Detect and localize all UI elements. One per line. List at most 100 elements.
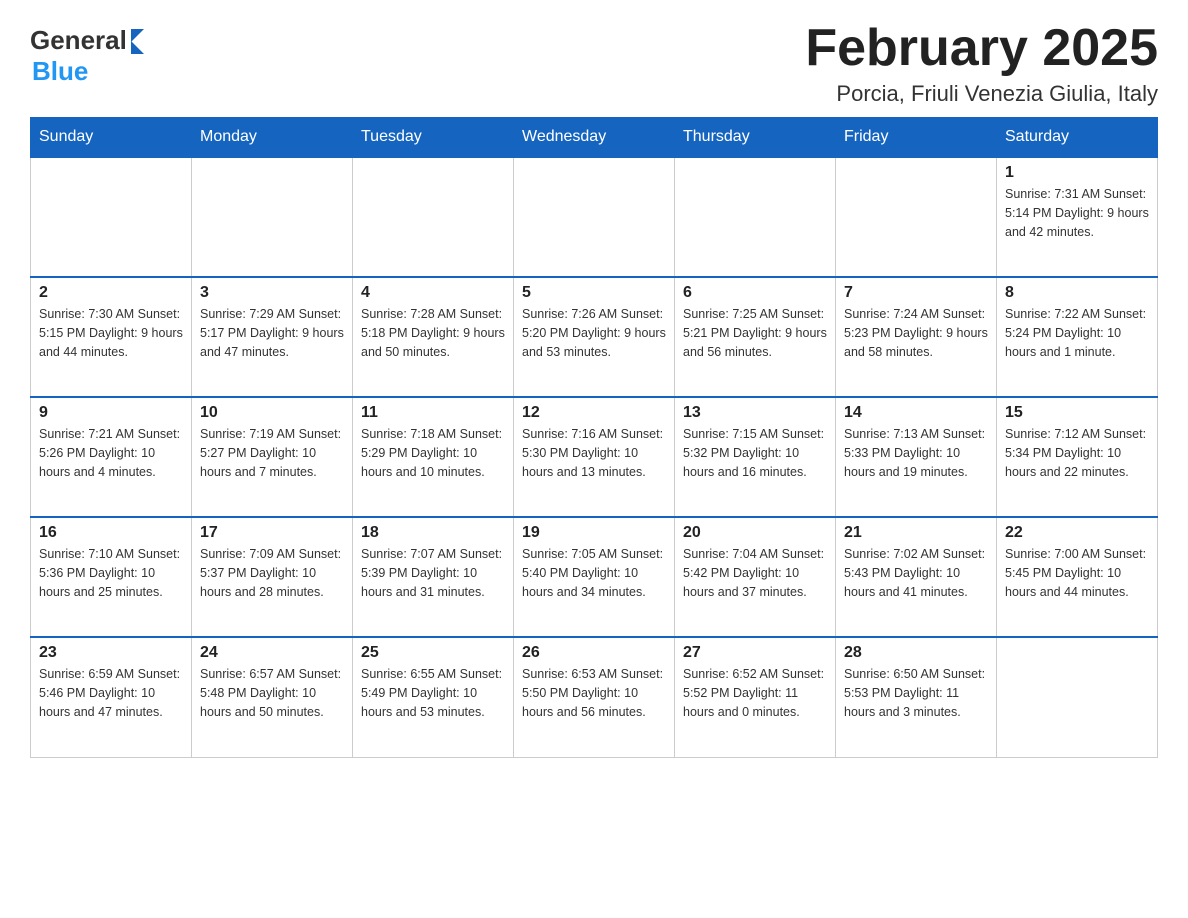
day-of-week-header: Monday	[192, 118, 353, 158]
page-header: General Blue February 2025 Porcia, Friul…	[30, 20, 1158, 107]
day-number: 1	[1005, 164, 1149, 182]
calendar-week-row: 1 Sunrise: 7:31 AM Sunset: 5:14 PM Daylig…	[31, 157, 1158, 277]
day-number: 21	[844, 524, 988, 542]
calendar-cell	[997, 637, 1158, 757]
day-number: 28	[844, 644, 988, 662]
day-number: 6	[683, 284, 827, 302]
calendar-cell: 5 Sunrise: 7:26 AM Sunset: 5:20 PM Daylig…	[514, 277, 675, 397]
day-number: 17	[200, 524, 344, 542]
day-info: Sunrise: 7:21 AM Sunset: 5:26 PM Dayligh…	[39, 425, 183, 481]
calendar-cell: 18Sunrise: 7:07 AM Sunset: 5:39 PM Dayli…	[353, 517, 514, 637]
day-number: 12	[522, 404, 666, 422]
calendar-cell: 2Sunrise: 7:30 AM Sunset: 5:15 PM Daylig…	[31, 277, 192, 397]
calendar-week-row: 2Sunrise: 7:30 AM Sunset: 5:15 PM Daylig…	[31, 277, 1158, 397]
calendar-table: SundayMondayTuesdayWednesdayThursdayFrid…	[30, 117, 1158, 758]
calendar-cell	[514, 157, 675, 277]
calendar-cell: 9 Sunrise: 7:21 AM Sunset: 5:26 PM Daylig…	[31, 397, 192, 517]
calendar-cell: 23 Sunrise: 6:59 AM Sunset: 5:46 PM Dayli…	[31, 637, 192, 757]
day-info: Sunrise: 7:19 AM Sunset: 5:27 PM Dayligh…	[200, 425, 344, 481]
calendar-cell: 4 Sunrise: 7:28 AM Sunset: 5:18 PM Daylig…	[353, 277, 514, 397]
day-info: Sunrise: 6:55 AM Sunset: 5:49 PM Dayligh…	[361, 665, 505, 721]
location-title: Porcia, Friuli Venezia Giulia, Italy	[805, 81, 1158, 107]
logo-icon: General Blue	[30, 25, 144, 87]
calendar-cell	[192, 157, 353, 277]
day-number: 22	[1005, 524, 1149, 542]
day-of-week-header: Thursday	[675, 118, 836, 158]
calendar-cell: 20Sunrise: 7:04 AM Sunset: 5:42 PM Dayli…	[675, 517, 836, 637]
calendar-cell: 1 Sunrise: 7:31 AM Sunset: 5:14 PM Daylig…	[997, 157, 1158, 277]
calendar-cell: 10 Sunrise: 7:19 AM Sunset: 5:27 PM Dayli…	[192, 397, 353, 517]
day-info: Sunrise: 7:12 AM Sunset: 5:34 PM Dayligh…	[1005, 425, 1149, 481]
day-info: Sunrise: 7:10 AM Sunset: 5:36 PM Dayligh…	[39, 545, 183, 601]
day-number: 3	[200, 284, 344, 302]
day-info: Sunrise: 7:29 AM Sunset: 5:17 PM Dayligh…	[200, 305, 344, 361]
day-of-week-header: Sunday	[31, 118, 192, 158]
calendar-cell	[675, 157, 836, 277]
day-number: 14	[844, 404, 988, 422]
calendar-cell: 19 Sunrise: 7:05 AM Sunset: 5:40 PM Dayli…	[514, 517, 675, 637]
calendar-cell: 28 Sunrise: 6:50 AM Sunset: 5:53 PM Dayli…	[836, 637, 997, 757]
day-number: 18	[361, 524, 505, 542]
day-info: Sunrise: 6:52 AM Sunset: 5:52 PM Dayligh…	[683, 665, 827, 721]
day-number: 4	[361, 284, 505, 302]
logo: General Blue	[30, 25, 144, 87]
day-number: 25	[361, 644, 505, 662]
calendar-cell: 7Sunrise: 7:24 AM Sunset: 5:23 PM Daylig…	[836, 277, 997, 397]
day-number: 16	[39, 524, 183, 542]
day-number: 13	[683, 404, 827, 422]
day-info: Sunrise: 7:31 AM Sunset: 5:14 PM Dayligh…	[1005, 185, 1149, 241]
day-info: Sunrise: 7:00 AM Sunset: 5:45 PM Dayligh…	[1005, 545, 1149, 601]
day-info: Sunrise: 7:24 AM Sunset: 5:23 PM Dayligh…	[844, 305, 988, 361]
day-info: Sunrise: 7:05 AM Sunset: 5:40 PM Dayligh…	[522, 545, 666, 601]
day-number: 20	[683, 524, 827, 542]
day-info: Sunrise: 7:16 AM Sunset: 5:30 PM Dayligh…	[522, 425, 666, 481]
calendar-cell: 14 Sunrise: 7:13 AM Sunset: 5:33 PM Dayli…	[836, 397, 997, 517]
title-area: February 2025 Porcia, Friuli Venezia Giu…	[805, 20, 1158, 107]
day-number: 5	[522, 284, 666, 302]
month-title: February 2025	[805, 20, 1158, 77]
calendar-cell	[31, 157, 192, 277]
day-of-week-header: Friday	[836, 118, 997, 158]
day-number: 8	[1005, 284, 1149, 302]
day-info: Sunrise: 6:53 AM Sunset: 5:50 PM Dayligh…	[522, 665, 666, 721]
calendar-cell: 15 Sunrise: 7:12 AM Sunset: 5:34 PM Dayli…	[997, 397, 1158, 517]
calendar-cell: 21 Sunrise: 7:02 AM Sunset: 5:43 PM Dayli…	[836, 517, 997, 637]
day-info: Sunrise: 6:50 AM Sunset: 5:53 PM Dayligh…	[844, 665, 988, 721]
day-number: 26	[522, 644, 666, 662]
day-info: Sunrise: 7:13 AM Sunset: 5:33 PM Dayligh…	[844, 425, 988, 481]
day-number: 9	[39, 404, 183, 422]
calendar-cell: 8 Sunrise: 7:22 AM Sunset: 5:24 PM Daylig…	[997, 277, 1158, 397]
calendar-cell: 12 Sunrise: 7:16 AM Sunset: 5:30 PM Dayli…	[514, 397, 675, 517]
calendar-cell: 16 Sunrise: 7:10 AM Sunset: 5:36 PM Dayli…	[31, 517, 192, 637]
calendar-week-row: 16 Sunrise: 7:10 AM Sunset: 5:36 PM Dayli…	[31, 517, 1158, 637]
day-info: Sunrise: 7:18 AM Sunset: 5:29 PM Dayligh…	[361, 425, 505, 481]
day-info: Sunrise: 7:02 AM Sunset: 5:43 PM Dayligh…	[844, 545, 988, 601]
day-of-week-header: Tuesday	[353, 118, 514, 158]
calendar-week-row: 9 Sunrise: 7:21 AM Sunset: 5:26 PM Daylig…	[31, 397, 1158, 517]
day-number: 19	[522, 524, 666, 542]
calendar-cell: 17 Sunrise: 7:09 AM Sunset: 5:37 PM Dayli…	[192, 517, 353, 637]
calendar-cell: 26 Sunrise: 6:53 AM Sunset: 5:50 PM Dayli…	[514, 637, 675, 757]
day-number: 2	[39, 284, 183, 302]
calendar-cell: 11 Sunrise: 7:18 AM Sunset: 5:29 PM Dayli…	[353, 397, 514, 517]
logo-general-text: General	[30, 25, 127, 56]
calendar-cell: 24Sunrise: 6:57 AM Sunset: 5:48 PM Dayli…	[192, 637, 353, 757]
day-number: 11	[361, 404, 505, 422]
day-info: Sunrise: 6:59 AM Sunset: 5:46 PM Dayligh…	[39, 665, 183, 721]
calendar-cell	[836, 157, 997, 277]
calendar-cell: 6 Sunrise: 7:25 AM Sunset: 5:21 PM Daylig…	[675, 277, 836, 397]
day-info: Sunrise: 6:57 AM Sunset: 5:48 PM Dayligh…	[200, 665, 344, 721]
day-info: Sunrise: 7:28 AM Sunset: 5:18 PM Dayligh…	[361, 305, 505, 361]
calendar-header-row: SundayMondayTuesdayWednesdayThursdayFrid…	[31, 118, 1158, 158]
day-info: Sunrise: 7:25 AM Sunset: 5:21 PM Dayligh…	[683, 305, 827, 361]
calendar-cell: 13 Sunrise: 7:15 AM Sunset: 5:32 PM Dayli…	[675, 397, 836, 517]
day-number: 10	[200, 404, 344, 422]
day-info: Sunrise: 7:26 AM Sunset: 5:20 PM Dayligh…	[522, 305, 666, 361]
day-info: Sunrise: 7:09 AM Sunset: 5:37 PM Dayligh…	[200, 545, 344, 601]
calendar-week-row: 23 Sunrise: 6:59 AM Sunset: 5:46 PM Dayli…	[31, 637, 1158, 757]
calendar-cell: 3 Sunrise: 7:29 AM Sunset: 5:17 PM Daylig…	[192, 277, 353, 397]
day-number: 23	[39, 644, 183, 662]
day-number: 15	[1005, 404, 1149, 422]
day-info: Sunrise: 7:22 AM Sunset: 5:24 PM Dayligh…	[1005, 305, 1149, 361]
day-info: Sunrise: 7:15 AM Sunset: 5:32 PM Dayligh…	[683, 425, 827, 481]
